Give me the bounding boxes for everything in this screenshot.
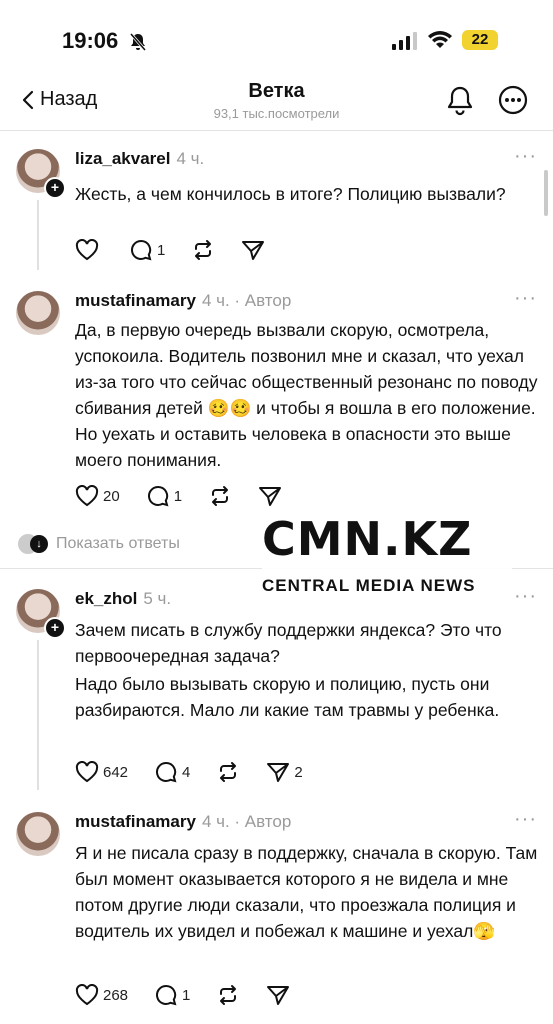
reply-count: 1: [173, 487, 183, 505]
thread-line: [37, 200, 39, 270]
reply-button[interactable]: 4: [154, 761, 190, 783]
avatar[interactable]: [16, 291, 60, 335]
post-author[interactable]: liza_akvarel 4 ч.: [75, 149, 204, 169]
comment-icon: [156, 984, 177, 1006]
post-author[interactable]: ek_zhol 5 ч.: [75, 589, 171, 609]
repost-icon: [212, 486, 229, 506]
watermark-subtitle: CENTRAL MEDIA NEWS: [262, 576, 476, 595]
reply-post: + liza_akvarel 4 ч. ··· Жесть, а чем конч…: [0, 145, 553, 275]
bell-off-icon: [129, 33, 147, 51]
author-reply-post: mustafinamary 4 ч. · Автор ··· Я и не пис…: [0, 808, 553, 1018]
post-actions: 268 1: [75, 984, 316, 1006]
reply-count: 4: [182, 763, 191, 781]
bell-icon[interactable]: [445, 84, 475, 116]
comment-icon: [131, 239, 152, 261]
post-text: Жесть, а чем кончилось в итоге? Полицию …: [75, 184, 506, 204]
like-count: 642: [103, 763, 129, 781]
post-text-continued: Надо было вызывать скорую и полицию, пус…: [75, 674, 500, 720]
heart-icon: [75, 761, 99, 783]
post-more-button[interactable]: ···: [514, 808, 537, 831]
author-reply-post: mustafinamary 4 ч. · Автор ··· Да, в перв…: [0, 287, 553, 527]
post-more-button[interactable]: ···: [514, 145, 537, 168]
follow-plus-icon[interactable]: +: [44, 617, 66, 639]
reply-button[interactable]: 1: [146, 485, 182, 507]
post-author[interactable]: mustafinamary 4 ч. · Автор: [75, 291, 291, 311]
reply-avatars: ↓: [16, 532, 48, 556]
thread-line: [37, 640, 39, 790]
follow-plus-icon[interactable]: +: [44, 177, 66, 199]
status-time: 19:06: [62, 28, 119, 53]
share-button[interactable]: [266, 984, 290, 1006]
header-divider: [0, 130, 553, 131]
more-icon[interactable]: [497, 84, 529, 116]
heart-icon: [75, 984, 99, 1006]
post-actions: 20 1: [75, 485, 308, 507]
reply-count: 1: [157, 241, 166, 259]
post-meta: 4 ч. · Автор: [201, 812, 292, 831]
repost-button[interactable]: [191, 239, 215, 261]
post-more-button[interactable]: ···: [514, 585, 537, 608]
thread-header: Назад Ветка 93,1 тыс.посмотрели: [0, 74, 553, 130]
like-count: 20: [103, 487, 120, 505]
share-button[interactable]: [241, 239, 265, 261]
repost-icon: [195, 240, 212, 260]
avatar[interactable]: [16, 812, 60, 856]
post-more-button[interactable]: ···: [514, 287, 537, 310]
signal-icon: [392, 32, 417, 50]
username: mustafinamary: [75, 812, 196, 831]
like-button[interactable]: 268: [75, 984, 128, 1006]
post-text: Зачем писать в службу поддержки яндекса?…: [75, 620, 502, 666]
post-text: Да, в первую очередь вызвали скорую, осм…: [75, 320, 538, 470]
reply-count: 1: [182, 986, 191, 1004]
like-count: 268: [103, 986, 129, 1004]
battery-indicator: 22: [462, 30, 498, 50]
repost-button[interactable]: [216, 761, 240, 783]
post-meta: 4 ч. · Автор: [201, 291, 292, 310]
like-button[interactable]: [75, 239, 103, 261]
heart-icon: [75, 485, 99, 507]
repost-button[interactable]: [208, 485, 232, 507]
repost-button[interactable]: [216, 984, 240, 1006]
repost-icon: [220, 985, 237, 1005]
heart-icon: [75, 239, 99, 261]
status-bar: 19:06 22: [0, 0, 553, 80]
send-icon: [267, 763, 290, 782]
watermark: CMN.KZ CENTRAL MEDIA NEWS: [262, 510, 512, 596]
send-icon: [259, 487, 282, 506]
like-button[interactable]: 642: [75, 761, 128, 783]
username: ek_zhol: [75, 589, 138, 608]
post-author[interactable]: mustafinamary 4 ч. · Автор: [75, 812, 291, 832]
show-replies-label: Показать ответы: [56, 535, 180, 552]
show-replies-link[interactable]: ↓ Показать ответы: [16, 532, 180, 556]
like-button[interactable]: 20: [75, 485, 120, 507]
username: liza_akvarel: [75, 149, 171, 168]
wifi-icon: [428, 31, 452, 48]
post-text: Я и не писала сразу в поддержку, сначала…: [75, 843, 538, 941]
post-meta: 4 ч.: [176, 149, 205, 168]
post-actions: 642 4 2: [75, 761, 329, 783]
reply-post: + ek_zhol 5 ч. ··· Зачем писать в службу …: [0, 585, 553, 795]
post-actions: 1: [75, 239, 291, 261]
username: mustafinamary: [75, 291, 196, 310]
repost-icon: [220, 762, 237, 782]
down-arrow-icon: ↓: [30, 535, 48, 553]
comment-icon: [147, 485, 169, 507]
send-icon: [242, 241, 265, 260]
share-button[interactable]: [258, 485, 282, 507]
share-count: 2: [294, 763, 303, 781]
watermark-logo: CMN.KZ: [262, 512, 473, 566]
comment-icon: [156, 761, 177, 783]
reply-button[interactable]: 1: [154, 984, 190, 1006]
post-meta: 5 ч.: [143, 589, 172, 608]
share-button[interactable]: 2: [266, 761, 303, 783]
reply-button[interactable]: 1: [129, 239, 165, 261]
send-icon: [267, 986, 290, 1005]
